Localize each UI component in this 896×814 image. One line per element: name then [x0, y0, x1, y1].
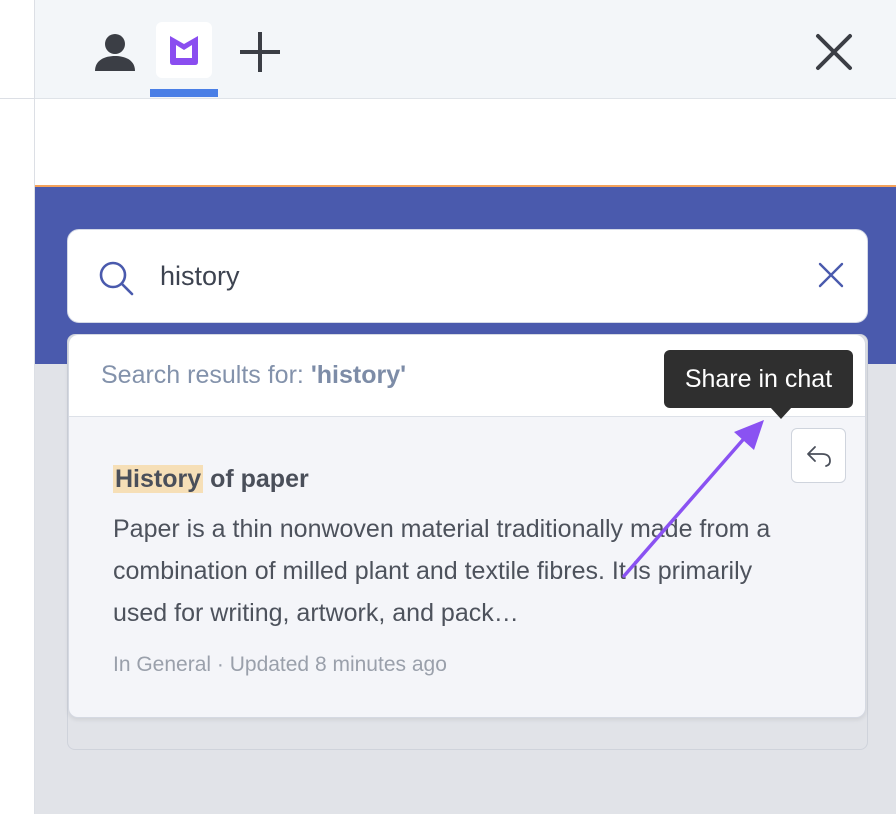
- result-title-rest: of paper: [203, 465, 309, 493]
- left-strip: [0, 0, 35, 814]
- share-reply-icon: [806, 445, 831, 467]
- tab-person[interactable]: [90, 27, 140, 77]
- close-icon: [816, 34, 852, 70]
- result-title[interactable]: History of paper: [113, 465, 309, 494]
- close-panel-button[interactable]: [809, 27, 859, 77]
- results-label: Search results for: 'history': [101, 361, 406, 390]
- share-in-chat-button[interactable]: [791, 428, 846, 483]
- active-tab-indicator: [150, 89, 218, 97]
- results-label-prefix: Search results for:: [101, 361, 311, 389]
- panel-spacer: [35, 99, 896, 186]
- left-strip-divider: [0, 98, 35, 99]
- search-input[interactable]: [160, 256, 760, 296]
- share-tooltip: Share in chat: [664, 350, 853, 408]
- add-tab-button[interactable]: [235, 27, 285, 77]
- person-icon: [95, 34, 135, 71]
- result-title-highlight: History: [113, 465, 204, 493]
- app-logo-icon: [170, 36, 198, 65]
- tab-app[interactable]: [156, 22, 212, 78]
- plus-icon: [240, 32, 280, 72]
- result-meta: In General · Updated 8 minutes ago: [113, 653, 447, 676]
- results-query: 'history': [310, 361, 407, 389]
- search-box[interactable]: [67, 229, 868, 323]
- result-snippet: Paper is a thin nonwoven material tradit…: [113, 515, 771, 627]
- search-icon: [99, 261, 134, 296]
- tooltip-pointer: [770, 407, 792, 419]
- panel-tabbar: [35, 0, 896, 99]
- clear-icon[interactable]: [816, 260, 846, 290]
